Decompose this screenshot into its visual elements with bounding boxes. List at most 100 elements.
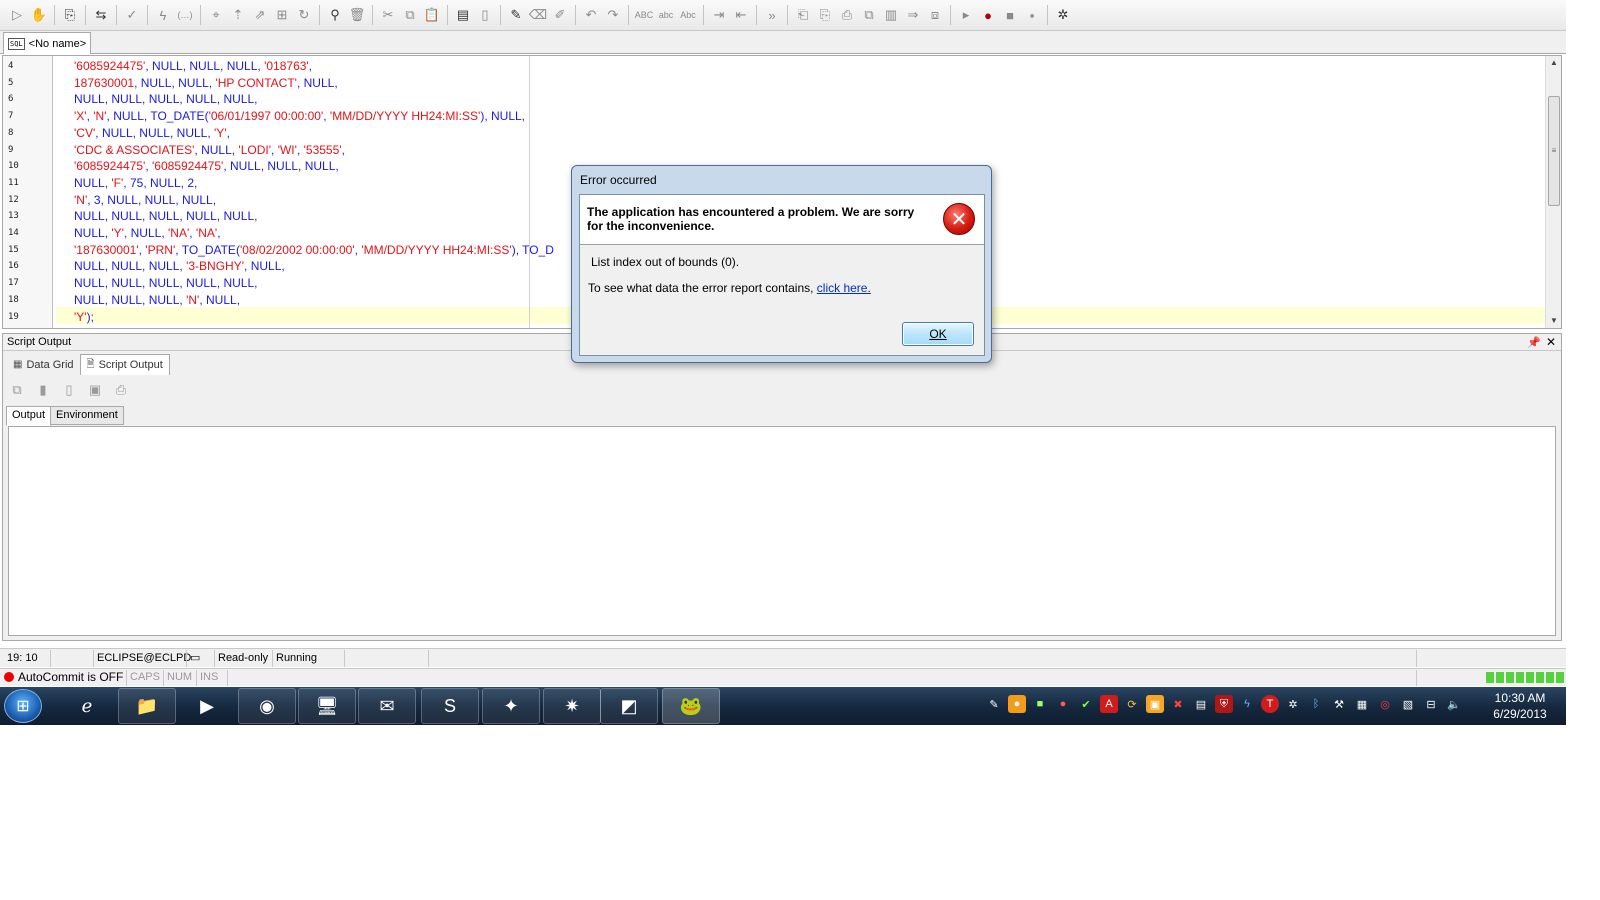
tray-pdf-icon[interactable]: A — [1100, 695, 1118, 713]
code-line[interactable]: NULL, NULL, NULL, NULL, NULL, — [74, 92, 257, 106]
outlook-icon[interactable]: ✉ — [358, 688, 416, 724]
tray-tool-icon[interactable]: ⚒ — [1330, 695, 1348, 713]
code-line[interactable]: NULL, NULL, NULL, NULL, NULL, — [74, 276, 257, 290]
notepad-icon[interactable]: ◩ — [600, 688, 658, 724]
redo-icon[interactable]: ↷ — [602, 4, 624, 26]
scroll-thumb[interactable]: ≡ — [1548, 96, 1560, 206]
abc-icon[interactable]: ABC — [633, 4, 655, 26]
hand-icon[interactable]: ✋ — [28, 4, 50, 26]
indent-icon[interactable]: ⇥ — [708, 4, 730, 26]
tab-output[interactable]: Output — [6, 406, 52, 426]
star-app-2-icon[interactable]: ✷ — [543, 688, 601, 724]
doc-7-icon[interactable]: ⧈ — [924, 4, 946, 26]
debug-icon[interactable]: ✲ — [1052, 4, 1074, 26]
code-line[interactable]: NULL, NULL, NULL, '3-BNGHY', NULL, — [74, 259, 285, 273]
tray-red-icon[interactable]: ● — [1054, 695, 1072, 713]
tab-environment[interactable]: Environment — [50, 406, 124, 425]
code-line[interactable]: 'N', 3, NULL, NULL, NULL, — [74, 193, 216, 207]
stop-icon[interactable]: ▣ — [85, 379, 105, 401]
refresh-icon[interactable]: ↻ — [293, 4, 315, 26]
code-line[interactable]: '187630001', 'PRN', TO_DATE('08/02/2002 … — [74, 243, 554, 257]
remote-desktop-icon[interactable]: 🖥 — [298, 688, 356, 724]
code-line[interactable]: NULL, 'Y', NULL, 'NA', 'NA', — [74, 226, 221, 240]
tray-display-icon[interactable]: ▦ — [1353, 695, 1371, 713]
save-icon[interactable]: ▮ — [33, 379, 53, 401]
tab-data-grid[interactable]: ▦ Data Grid — [7, 354, 80, 375]
ok-button[interactable]: OK — [902, 322, 974, 346]
cursor-jump-icon[interactable]: ⇗ — [249, 4, 271, 26]
run-pointer-icon[interactable]: ▷ — [6, 4, 28, 26]
format-icon[interactable]: ⊞ — [271, 4, 293, 26]
outdent-icon[interactable]: ⇤ — [730, 4, 752, 26]
doc-3-icon[interactable]: ⎙ — [836, 4, 858, 26]
ie-icon[interactable]: ℯ — [58, 688, 116, 724]
code-line[interactable]: NULL, NULL, NULL, 'N', NULL, — [74, 293, 240, 307]
highlight-icon[interactable]: ✎ — [505, 4, 527, 26]
tab-script-output[interactable]: 🗎 Script Output — [79, 354, 170, 375]
volume-icon[interactable]: 🔈 — [1445, 695, 1463, 713]
doc-1-icon[interactable]: ⎗ — [792, 4, 814, 26]
copy-icon[interactable]: ⧉ — [399, 4, 421, 26]
explorer-icon[interactable]: 📁 — [118, 688, 176, 724]
tray-clipboard-icon[interactable]: ▧ — [1399, 695, 1417, 713]
tray-pen-icon[interactable]: ✎ — [985, 695, 1003, 713]
scroll-down-icon[interactable]: ▼ — [1546, 314, 1561, 328]
toad-icon[interactable]: 🐸 — [662, 688, 720, 724]
doc-5-icon[interactable]: ▥ — [880, 4, 902, 26]
tray-green-icon[interactable]: ■ — [1031, 695, 1049, 713]
abc-lower-icon[interactable]: abc — [655, 4, 677, 26]
trash-icon[interactable]: 🗑 — [346, 4, 368, 26]
clear-icon[interactable]: ⌫ — [527, 4, 549, 26]
bookmark-icon[interactable]: ⎘ — [59, 4, 81, 26]
tray-orange-icon[interactable]: ● — [1008, 695, 1026, 713]
paste-icon[interactable]: 📋 — [421, 4, 443, 26]
star-app-icon[interactable]: ✦ — [482, 688, 540, 724]
cursor-icon[interactable]: ⌖ — [205, 4, 227, 26]
tray-check-icon[interactable]: ✔ — [1077, 695, 1095, 713]
media-player-icon[interactable]: ▶ — [178, 688, 236, 724]
erase-icon[interactable]: ✐ — [549, 4, 571, 26]
system-clock[interactable]: 10:30 AM 6/29/2013 — [1480, 690, 1560, 722]
abc-spell-icon[interactable]: Abc — [677, 4, 699, 26]
code-line[interactable]: 187630001, NULL, NULL, 'HP CONTACT', NUL… — [74, 76, 338, 90]
tab-no-name[interactable]: SQL <No name> — [3, 32, 91, 54]
editor-vertical-scrollbar[interactable]: ▲ ≡ ▼ — [1545, 56, 1561, 328]
network-icon[interactable]: ⊟ — [1422, 695, 1440, 713]
tray-shield-icon[interactable]: ⛨ — [1215, 695, 1233, 713]
copy-icon[interactable]: ⧉ — [7, 379, 27, 401]
tray-lightning-icon[interactable]: ϟ — [1238, 695, 1256, 713]
undo-icon[interactable]: ↶ — [580, 4, 602, 26]
scroll-up-icon[interactable]: ▲ — [1546, 56, 1561, 70]
stop-icon[interactable]: ■ — [999, 4, 1021, 26]
bluetooth-icon[interactable]: ᛒ — [1307, 695, 1325, 713]
doc-4-icon[interactable]: ⧉ — [858, 4, 880, 26]
cut-icon[interactable]: ✂ — [377, 4, 399, 26]
commit-icon[interactable]: ✓ — [121, 4, 143, 26]
doc-6-icon[interactable]: ⇒ — [902, 4, 924, 26]
doc-2-icon[interactable]: ⎘ — [814, 4, 836, 26]
tray-sync-icon[interactable]: ⟳ — [1123, 695, 1141, 713]
print-icon[interactable]: ⎙ — [111, 379, 131, 401]
square-icon[interactable]: ▪ — [1021, 4, 1043, 26]
code-line[interactable]: NULL, NULL, NULL, NULL, NULL, — [74, 209, 257, 223]
record-icon[interactable]: ● — [977, 4, 999, 26]
tray-box-icon[interactable]: ▣ — [1146, 695, 1164, 713]
ellipsis-icon[interactable]: (…) — [174, 4, 196, 26]
cursor-up-icon[interactable]: ⇡ — [227, 4, 249, 26]
connection-icon[interactable]: ⇆ — [90, 4, 112, 26]
tray-circle-icon[interactable]: ◎ — [1376, 695, 1394, 713]
start-button[interactable]: ⊞ — [4, 689, 42, 723]
forward-icon[interactable]: » — [761, 4, 783, 26]
page-icon[interactable]: ▯ — [474, 4, 496, 26]
pin-icon[interactable]: 📌 — [1527, 335, 1541, 351]
lightning-icon[interactable]: ϟ — [152, 4, 174, 26]
code-line[interactable]: '6085924475', '6085924475', NULL, NULL, … — [74, 159, 339, 173]
autocommit-indicator[interactable]: AutoCommit is OFF — [4, 670, 123, 684]
play-icon[interactable]: ▸ — [955, 4, 977, 26]
binoculars-icon[interactable]: ⚲ — [324, 4, 346, 26]
skype-icon[interactable]: S — [421, 688, 479, 724]
code-line[interactable]: '6085924475', NULL, NULL, NULL, '018763'… — [74, 59, 312, 73]
tray-t-icon[interactable]: T — [1261, 695, 1279, 713]
code-line[interactable]: NULL, 'F', 75, NULL, 2, — [74, 176, 197, 190]
tray-monitor-icon[interactable]: ▤ — [1192, 695, 1210, 713]
